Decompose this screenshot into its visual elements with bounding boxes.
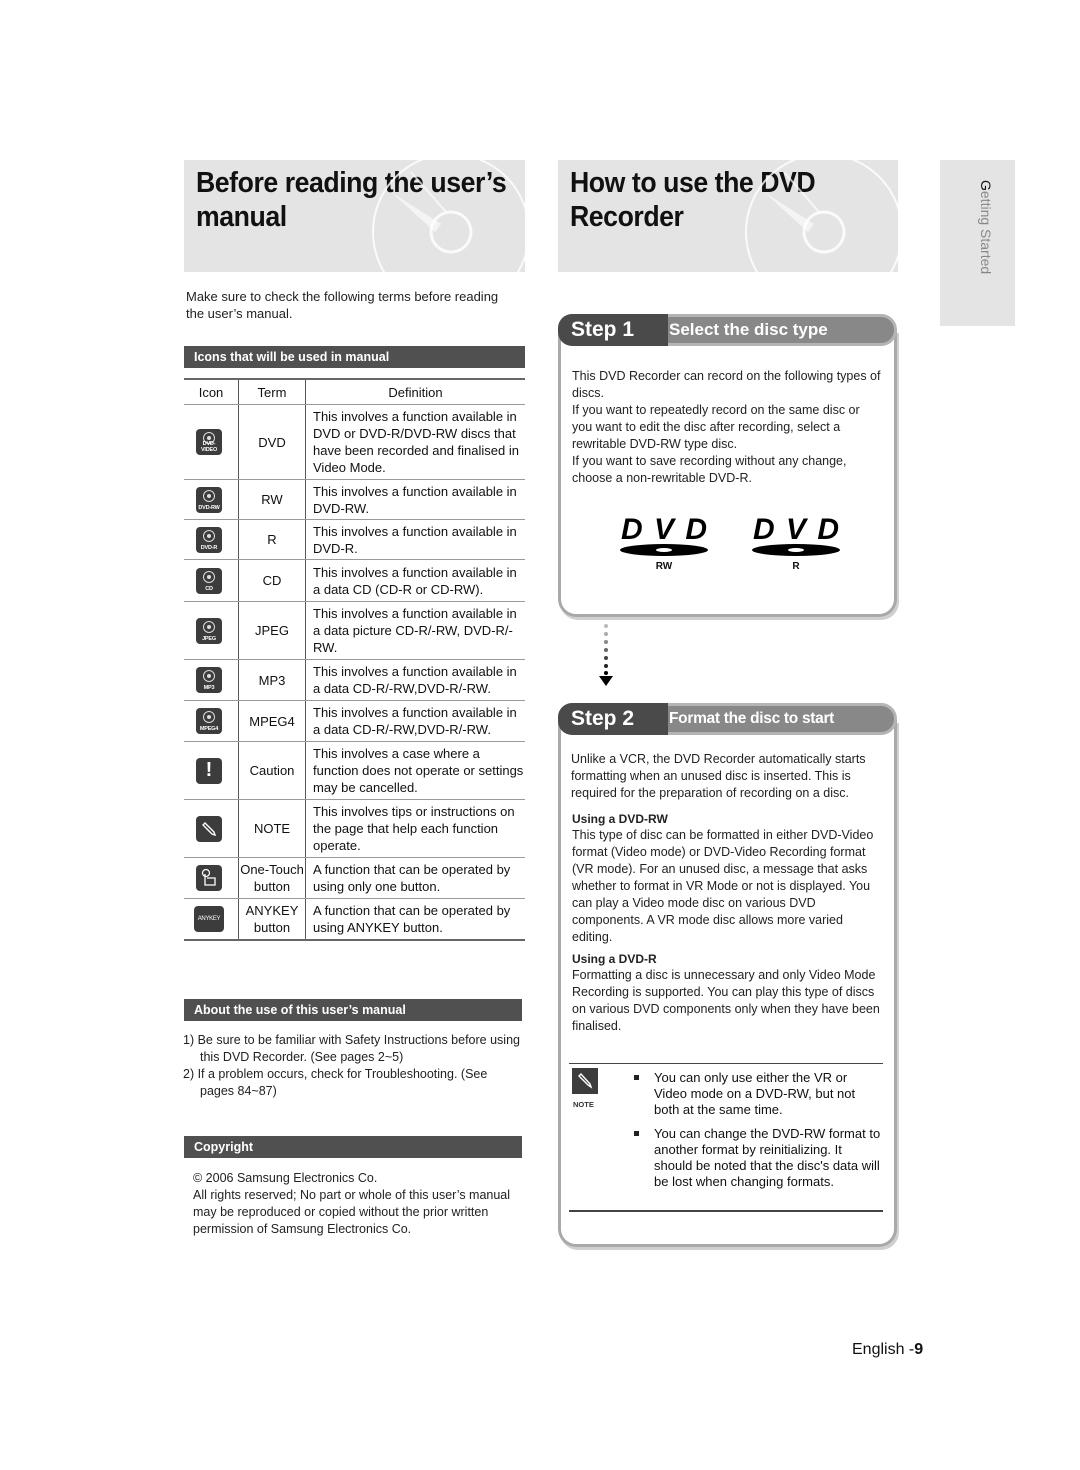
col-header-definition: Definition: [305, 378, 525, 405]
left-title-band: Before reading the user’s manual: [184, 160, 525, 272]
disc-watermark-icon: [372, 160, 525, 272]
col-header-icon: Icon: [184, 378, 239, 405]
dvd-video-icon: DVD-VIDEO: [196, 429, 222, 455]
step2-intro: Unlike a VCR, the DVD Recorder automatic…: [571, 752, 866, 800]
dvd-rw-text: This type of disc can be formatted in ei…: [572, 828, 874, 944]
dvd-rw-heading: Using a DVD-RW: [572, 812, 668, 826]
step1-number: Step 1: [558, 314, 668, 346]
dvd-rw-icon: DVD-RW: [196, 486, 222, 513]
term-cell: NOTE: [238, 799, 306, 858]
section-heading-copyright: Copyright: [184, 1136, 522, 1158]
dvd-r-logo: DVD R: [750, 512, 842, 572]
section-heading-icons: Icons that will be used in manual: [184, 346, 525, 368]
table-row: DVD-RW RW This involves a function avail…: [184, 479, 525, 520]
definition-cell: This involves a function available in DV…: [305, 479, 525, 520]
page-footer: English -9: [852, 1341, 923, 1359]
dvd-logo-label: R: [792, 561, 800, 572]
step2-header: Format the disc to start recording Step …: [558, 703, 897, 753]
dvd-logo-icon: DVD: [620, 513, 708, 556]
definition-cell: This involves a function available in a …: [305, 559, 525, 602]
term-cell: JPEG: [238, 601, 306, 660]
mp3-icon: MP3: [196, 667, 222, 693]
term-cell: DVD: [238, 404, 306, 480]
section-tab-label: Getting Started: [978, 180, 994, 275]
col-header-term: Term: [238, 378, 306, 405]
term-cell: RW: [238, 479, 306, 520]
step1-text: This DVD Recorder can record on the foll…: [572, 369, 881, 485]
dvd-logo-label: RW: [655, 561, 673, 572]
svg-text:DVD: DVD: [621, 513, 707, 546]
table-row: JPEG JPEG This involves a function avail…: [184, 601, 525, 660]
one-touch-hand-icon: [196, 865, 222, 891]
jpeg-icon: JPEG: [196, 617, 222, 644]
dvd-r-text: Formatting a disc is unnecessary and onl…: [572, 968, 880, 1033]
note-pencil-icon: [572, 1068, 598, 1094]
section-heading-about: About the use of this user’s manual: [184, 999, 522, 1021]
definition-cell: This involves a function available in a …: [305, 601, 525, 660]
term-cell: MPEG4: [238, 700, 306, 742]
note-bullet: You can change the DVD-RW format to anot…: [634, 1126, 881, 1189]
definition-cell: This involves a function available in DV…: [305, 519, 525, 560]
rights-text: All rights reserved; No part or whole of…: [193, 1188, 511, 1236]
definition-cell: This involves a function available in a …: [305, 659, 525, 701]
note-bullet: You can only use either the VR or Video …: [634, 1070, 882, 1118]
dvd-logo-icon: DVD: [752, 513, 840, 556]
caution-icon: !: [196, 757, 222, 784]
term-cell: Caution: [238, 741, 306, 800]
dotted-arrow-down-icon: [599, 624, 613, 686]
step2-number: Step 2: [558, 703, 668, 735]
table-row: ANYKEY ANYKEY button A function that can…: [184, 898, 525, 941]
table-row: MPEG4 MPEG4 This involves a function ava…: [184, 700, 525, 742]
table-row: DVD-VIDEO DVD This involves a function a…: [184, 404, 525, 480]
dvd-r-heading: Using a DVD-R: [572, 952, 657, 966]
table-row: ! Caution This involves a case where a f…: [184, 741, 525, 800]
note-label: NOTE: [573, 1100, 594, 1109]
copyright-text: © 2006 Samsung Electronics Co. All right…: [193, 1170, 523, 1238]
definition-cell: This involves a function available in a …: [305, 700, 525, 742]
term-cell: ANYKEY button: [238, 898, 306, 941]
step2-title: Format the disc to start recording: [654, 703, 897, 753]
mpeg4-icon: MPEG4: [196, 708, 222, 734]
term-cell: CD: [238, 559, 306, 602]
anykey-icon: ANYKEY: [194, 905, 224, 932]
list-item: 1) Be sure to be familiar with Safety In…: [183, 1033, 520, 1064]
step1-header: Select the disc type Step 1: [558, 314, 897, 346]
list-item: 2) If a problem occurs, check for Troubl…: [183, 1067, 488, 1098]
dvd-rw-logo: DVD RW: [618, 512, 710, 572]
definition-cell: This involves a function available in DV…: [305, 404, 525, 480]
step1-title: Select the disc type: [654, 314, 897, 346]
table-row: NOTE This involves tips or instructions …: [184, 799, 525, 858]
definition-cell: A function that can be operated by using…: [305, 898, 525, 941]
section-tab-getting-started: Getting Started: [940, 160, 1015, 326]
note-block: NOTE You can only use either the VR or V…: [569, 1063, 883, 1212]
table-row: MP3 MP3 This involves a function availab…: [184, 659, 525, 701]
term-cell: R: [238, 519, 306, 560]
definition-cell: A function that can be operated by using…: [305, 857, 525, 899]
about-list: 1) Be sure to be familiar with Safety In…: [183, 1032, 523, 1100]
copyright-line: © 2006 Samsung Electronics Co.: [193, 1171, 378, 1185]
svg-text:DVD: DVD: [753, 513, 839, 546]
footer-language: English -: [852, 1341, 915, 1358]
right-title-band: How to use the DVD Recorder: [558, 160, 898, 272]
intro-text: Make sure to check the following terms b…: [186, 289, 499, 321]
table-row: CD CD This involves a function available…: [184, 559, 525, 602]
note-pencil-icon: [196, 815, 222, 842]
disc-watermark-icon: [745, 160, 898, 272]
page-number: 9: [914, 1341, 924, 1358]
definition-cell: This involves tips or instructions on th…: [305, 799, 525, 858]
cd-icon: CD: [196, 567, 222, 594]
table-row: One-Touch button A function that can be …: [184, 857, 525, 899]
table-row: DVD-R R This involves a function availab…: [184, 519, 525, 560]
definition-cell: This involves a case where a function do…: [305, 741, 525, 800]
dvd-r-icon: DVD-R: [196, 526, 222, 553]
term-cell: MP3: [238, 659, 306, 701]
table-header-row: Icon Term Definition: [184, 378, 525, 405]
icons-table: Icon Term Definition DVD-VIDEO DVD This …: [184, 378, 525, 941]
term-cell: One-Touch button: [238, 857, 306, 899]
